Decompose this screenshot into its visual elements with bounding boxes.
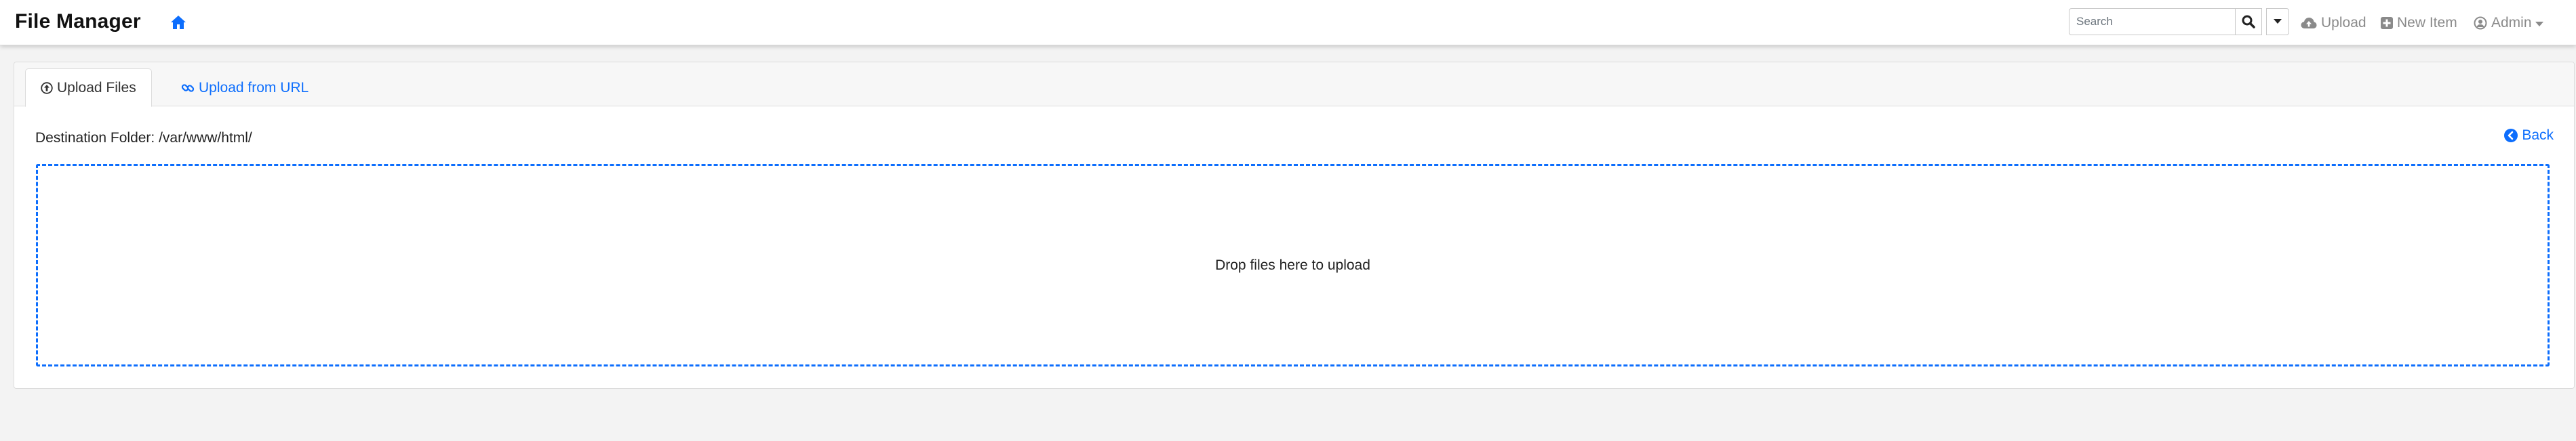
new-item-nav-link[interactable]: New Item — [2381, 14, 2457, 33]
search-group — [2069, 8, 2289, 35]
tab-upload-from-url-label: Upload from URL — [199, 79, 309, 96]
upload-nav-label: Upload — [2321, 15, 2366, 30]
link-icon — [181, 83, 195, 92]
home-icon — [171, 16, 186, 29]
tab-upload-files[interactable]: Upload Files — [25, 68, 152, 107]
admin-user-menu[interactable]: Admin — [2474, 14, 2543, 33]
chevron-circle-left-icon — [2504, 129, 2518, 142]
dropzone-message: Drop files here to upload — [1215, 257, 1370, 273]
plus-square-icon — [2381, 17, 2393, 29]
destination-folder-label: Destination Folder: /var/www/html/ — [35, 130, 252, 146]
card-header-tabs: Upload Files Upload from URL — [14, 62, 2574, 107]
search-input[interactable] — [2069, 8, 2235, 35]
back-label: Back — [2522, 127, 2554, 143]
user-circle-icon — [2474, 16, 2487, 30]
cloud-upload-icon — [2301, 18, 2317, 28]
admin-label: Admin — [2491, 15, 2532, 30]
new-item-nav-label: New Item — [2397, 15, 2457, 30]
upload-card: Upload Files Upload from URL Destination… — [14, 62, 2575, 389]
search-button[interactable] — [2235, 8, 2262, 35]
upload-nav-link[interactable]: Upload — [2301, 14, 2366, 33]
tab-upload-files-label: Upload Files — [57, 79, 136, 96]
tab-upload-from-url[interactable]: Upload from URL — [166, 68, 323, 107]
back-link[interactable]: Back — [2504, 127, 2554, 144]
home-link[interactable] — [169, 13, 188, 32]
caret-down-icon — [2274, 19, 2282, 24]
arrow-circle-up-icon — [41, 81, 53, 94]
app-title[interactable]: File Manager — [15, 9, 141, 34]
file-dropzone[interactable]: Drop files here to upload — [36, 164, 2550, 366]
top-navbar: File Manager Upload — [0, 0, 2576, 45]
search-icon — [2242, 15, 2255, 28]
search-options-dropdown[interactable] — [2266, 8, 2289, 35]
caret-down-icon — [2535, 21, 2543, 26]
